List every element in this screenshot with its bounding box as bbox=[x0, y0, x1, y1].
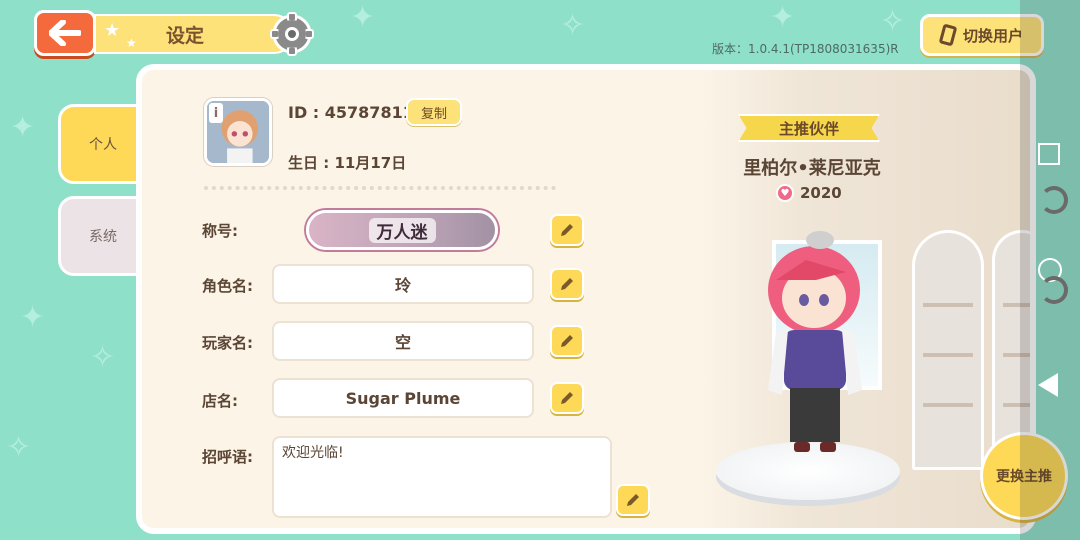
shelf bbox=[912, 230, 984, 470]
edit-title-button[interactable] bbox=[550, 214, 584, 246]
pencil-icon bbox=[561, 278, 573, 290]
version-text: 版本：1.0.4.1(TP1808031635)R bbox=[712, 42, 899, 56]
profile-panel: i ID : 45787811 复制 生日 : 11月17日 称号: 万人迷 角… bbox=[136, 64, 1036, 534]
role-name-label: 角色名: bbox=[202, 277, 253, 295]
star-icon: ★ bbox=[104, 20, 121, 41]
edit-player-name-button[interactable] bbox=[550, 325, 584, 357]
recents-icon[interactable] bbox=[1038, 143, 1060, 165]
birthday-text: 生日 : 11月17日 bbox=[288, 154, 407, 172]
pencil-icon bbox=[627, 494, 639, 506]
partner-ribbon: 主推伙伴 bbox=[738, 114, 880, 142]
heart-icon: ♥ bbox=[776, 184, 794, 202]
player-name-label: 玩家名: bbox=[202, 334, 253, 352]
edit-role-name-button[interactable] bbox=[550, 268, 584, 300]
title-badge: 万人迷 bbox=[306, 210, 498, 250]
binder-ring-icon bbox=[1040, 186, 1068, 214]
back-nav-icon[interactable] bbox=[1038, 373, 1058, 397]
edit-greeting-button[interactable] bbox=[616, 484, 650, 516]
player-id: ID : 45787811 bbox=[288, 103, 414, 122]
greeting-label: 招呼语: bbox=[202, 448, 253, 466]
partner-name: 里柏尔•莱尼亚克 bbox=[743, 158, 881, 179]
info-icon[interactable]: i bbox=[209, 103, 223, 123]
pencil-icon bbox=[561, 392, 573, 404]
affection-display: ♥ 2020 bbox=[776, 184, 842, 202]
tab-system[interactable]: 系统 bbox=[58, 196, 148, 276]
phone-icon bbox=[938, 23, 958, 47]
partner-character[interactable] bbox=[746, 220, 876, 460]
edit-shop-name-button[interactable] bbox=[550, 382, 584, 414]
shop-name-field[interactable]: Sugar Plume bbox=[274, 380, 532, 416]
binder-ring-icon bbox=[1040, 276, 1068, 304]
pencil-icon bbox=[561, 335, 573, 347]
arrow-left-icon bbox=[49, 20, 81, 46]
greeting-field[interactable]: 欢迎光临! bbox=[274, 438, 610, 516]
system-navbar bbox=[1020, 0, 1080, 540]
avatar[interactable]: i bbox=[204, 98, 272, 166]
back-button[interactable] bbox=[34, 10, 96, 56]
affection-value: 2020 bbox=[800, 184, 842, 202]
pencil-icon bbox=[561, 224, 573, 236]
player-name-field[interactable]: 空 bbox=[274, 323, 532, 359]
tab-personal[interactable]: 个人 bbox=[58, 104, 148, 184]
page-title: 设定 bbox=[166, 24, 205, 47]
shop-name-label: 店名: bbox=[202, 392, 238, 410]
tab-label: 系统 bbox=[89, 229, 117, 245]
copy-button[interactable]: 复制 bbox=[406, 98, 462, 126]
divider bbox=[204, 186, 556, 190]
role-name-field[interactable]: 玲 bbox=[274, 266, 532, 302]
tab-label: 个人 bbox=[89, 137, 117, 153]
title-banner: ★ ★ 设定 bbox=[94, 14, 294, 54]
title-badge-text: 万人迷 bbox=[368, 217, 436, 243]
gear-icon bbox=[270, 12, 314, 56]
star-icon: ★ bbox=[126, 36, 137, 50]
switch-user-label: 切换用户 bbox=[962, 26, 1023, 45]
title-label: 称号: bbox=[202, 222, 238, 240]
